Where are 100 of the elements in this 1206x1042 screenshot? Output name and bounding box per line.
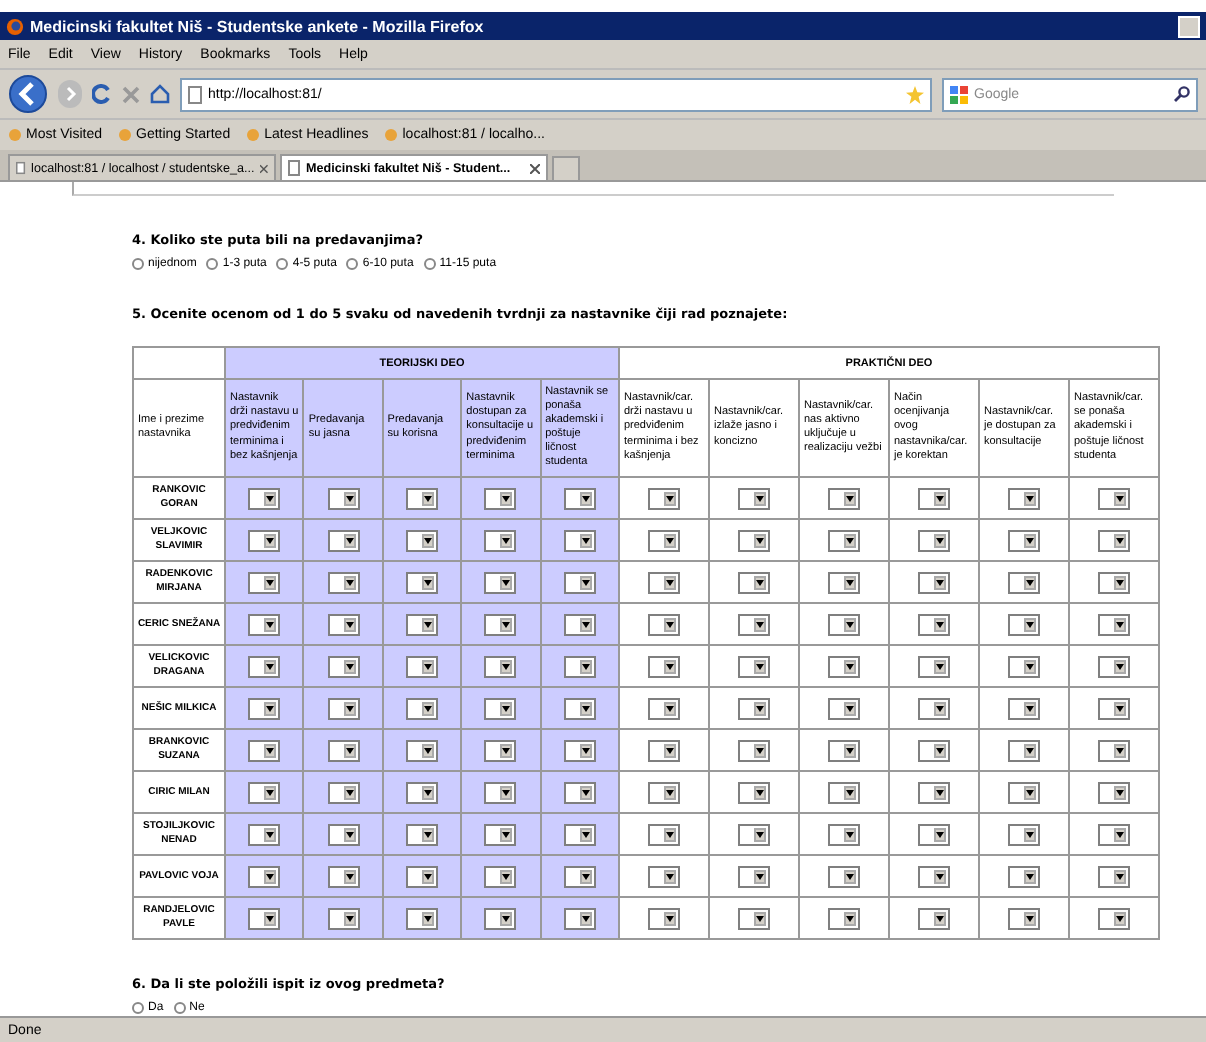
rating-dropdown[interactable] <box>1007 907 1040 929</box>
rating-dropdown[interactable] <box>647 529 680 551</box>
rating-dropdown[interactable] <box>827 823 860 845</box>
rating-dropdown[interactable] <box>563 529 596 551</box>
rating-dropdown[interactable] <box>248 907 281 929</box>
rating-dropdown[interactable] <box>327 529 360 551</box>
rating-dropdown[interactable] <box>484 613 517 635</box>
rating-dropdown[interactable] <box>1007 655 1040 677</box>
rating-dropdown[interactable] <box>327 865 360 887</box>
rating-dropdown[interactable] <box>484 655 517 677</box>
rating-dropdown[interactable] <box>647 781 680 803</box>
rating-dropdown[interactable] <box>327 613 360 635</box>
rating-dropdown[interactable] <box>737 613 770 635</box>
rating-dropdown[interactable] <box>327 823 360 845</box>
rating-dropdown[interactable] <box>248 865 281 887</box>
rating-dropdown[interactable] <box>484 571 517 593</box>
rating-dropdown[interactable] <box>248 739 281 761</box>
minimize-button[interactable] <box>1178 15 1200 37</box>
rating-dropdown[interactable] <box>563 487 596 509</box>
rating-dropdown[interactable] <box>1007 613 1040 635</box>
rating-dropdown[interactable] <box>1097 865 1130 887</box>
reload-icon[interactable] <box>92 84 112 104</box>
rating-dropdown[interactable] <box>405 907 438 929</box>
radio-button[interactable] <box>132 258 144 270</box>
radio-button[interactable] <box>206 258 219 270</box>
rating-dropdown[interactable] <box>737 865 770 887</box>
rating-dropdown[interactable] <box>563 571 596 593</box>
close-icon[interactable] <box>530 163 540 173</box>
rating-dropdown[interactable] <box>484 781 517 803</box>
rating-dropdown[interactable] <box>327 487 360 509</box>
rating-dropdown[interactable] <box>647 571 680 593</box>
rating-dropdown[interactable] <box>248 781 281 803</box>
rating-dropdown[interactable] <box>1097 697 1130 719</box>
rating-dropdown[interactable] <box>563 739 596 761</box>
rating-dropdown[interactable] <box>327 739 360 761</box>
rating-dropdown[interactable] <box>1007 529 1040 551</box>
rating-dropdown[interactable] <box>917 697 950 719</box>
rating-dropdown[interactable] <box>1097 487 1130 509</box>
rating-dropdown[interactable] <box>827 907 860 929</box>
rating-dropdown[interactable] <box>248 655 281 677</box>
rating-dropdown[interactable] <box>917 739 950 761</box>
rating-dropdown[interactable] <box>405 613 438 635</box>
star-icon[interactable] <box>906 85 924 103</box>
rating-dropdown[interactable] <box>484 739 517 761</box>
radio-button[interactable] <box>173 1002 186 1014</box>
rating-dropdown[interactable] <box>563 823 596 845</box>
rating-dropdown[interactable] <box>563 865 596 887</box>
close-icon[interactable] <box>260 163 268 173</box>
rating-dropdown[interactable] <box>737 781 770 803</box>
rating-dropdown[interactable] <box>1007 865 1040 887</box>
rating-dropdown[interactable] <box>1007 739 1040 761</box>
rating-dropdown[interactable] <box>248 823 281 845</box>
rating-dropdown[interactable] <box>827 487 860 509</box>
rating-dropdown[interactable] <box>917 487 950 509</box>
rating-dropdown[interactable] <box>1097 739 1130 761</box>
rating-dropdown[interactable] <box>405 571 438 593</box>
rating-dropdown[interactable] <box>917 823 950 845</box>
home-icon[interactable] <box>150 84 170 104</box>
rating-dropdown[interactable] <box>827 655 860 677</box>
rating-dropdown[interactable] <box>917 865 950 887</box>
rating-dropdown[interactable] <box>484 697 517 719</box>
rating-dropdown[interactable] <box>1097 655 1130 677</box>
rating-dropdown[interactable] <box>405 655 438 677</box>
rating-dropdown[interactable] <box>327 655 360 677</box>
rating-dropdown[interactable] <box>563 697 596 719</box>
rating-dropdown[interactable] <box>405 697 438 719</box>
rating-dropdown[interactable] <box>563 781 596 803</box>
rating-dropdown[interactable] <box>917 613 950 635</box>
rating-dropdown[interactable] <box>737 571 770 593</box>
radio-button[interactable] <box>423 258 436 270</box>
rating-dropdown[interactable] <box>917 655 950 677</box>
rating-dropdown[interactable] <box>563 613 596 635</box>
rating-dropdown[interactable] <box>405 781 438 803</box>
rating-dropdown[interactable] <box>827 781 860 803</box>
search-icon[interactable] <box>1174 86 1190 102</box>
back-icon[interactable] <box>8 74 48 114</box>
rating-dropdown[interactable] <box>1097 613 1130 635</box>
rating-dropdown[interactable] <box>827 697 860 719</box>
rating-dropdown[interactable] <box>827 613 860 635</box>
rating-dropdown[interactable] <box>647 739 680 761</box>
rating-dropdown[interactable] <box>737 529 770 551</box>
rating-dropdown[interactable] <box>647 865 680 887</box>
radio-button[interactable] <box>346 258 359 270</box>
rating-dropdown[interactable] <box>1007 571 1040 593</box>
radio-button[interactable] <box>276 258 289 270</box>
rating-dropdown[interactable] <box>917 781 950 803</box>
rating-dropdown[interactable] <box>917 571 950 593</box>
rating-dropdown[interactable] <box>647 907 680 929</box>
radio-button[interactable] <box>132 1002 144 1014</box>
rating-dropdown[interactable] <box>563 907 596 929</box>
rating-dropdown[interactable] <box>484 823 517 845</box>
rating-dropdown[interactable] <box>827 739 860 761</box>
rating-dropdown[interactable] <box>1097 823 1130 845</box>
rating-dropdown[interactable] <box>917 529 950 551</box>
rating-dropdown[interactable] <box>1007 823 1040 845</box>
rating-dropdown[interactable] <box>405 487 438 509</box>
rating-dropdown[interactable] <box>405 529 438 551</box>
rating-dropdown[interactable] <box>647 823 680 845</box>
rating-dropdown[interactable] <box>737 487 770 509</box>
rating-dropdown[interactable] <box>737 697 770 719</box>
